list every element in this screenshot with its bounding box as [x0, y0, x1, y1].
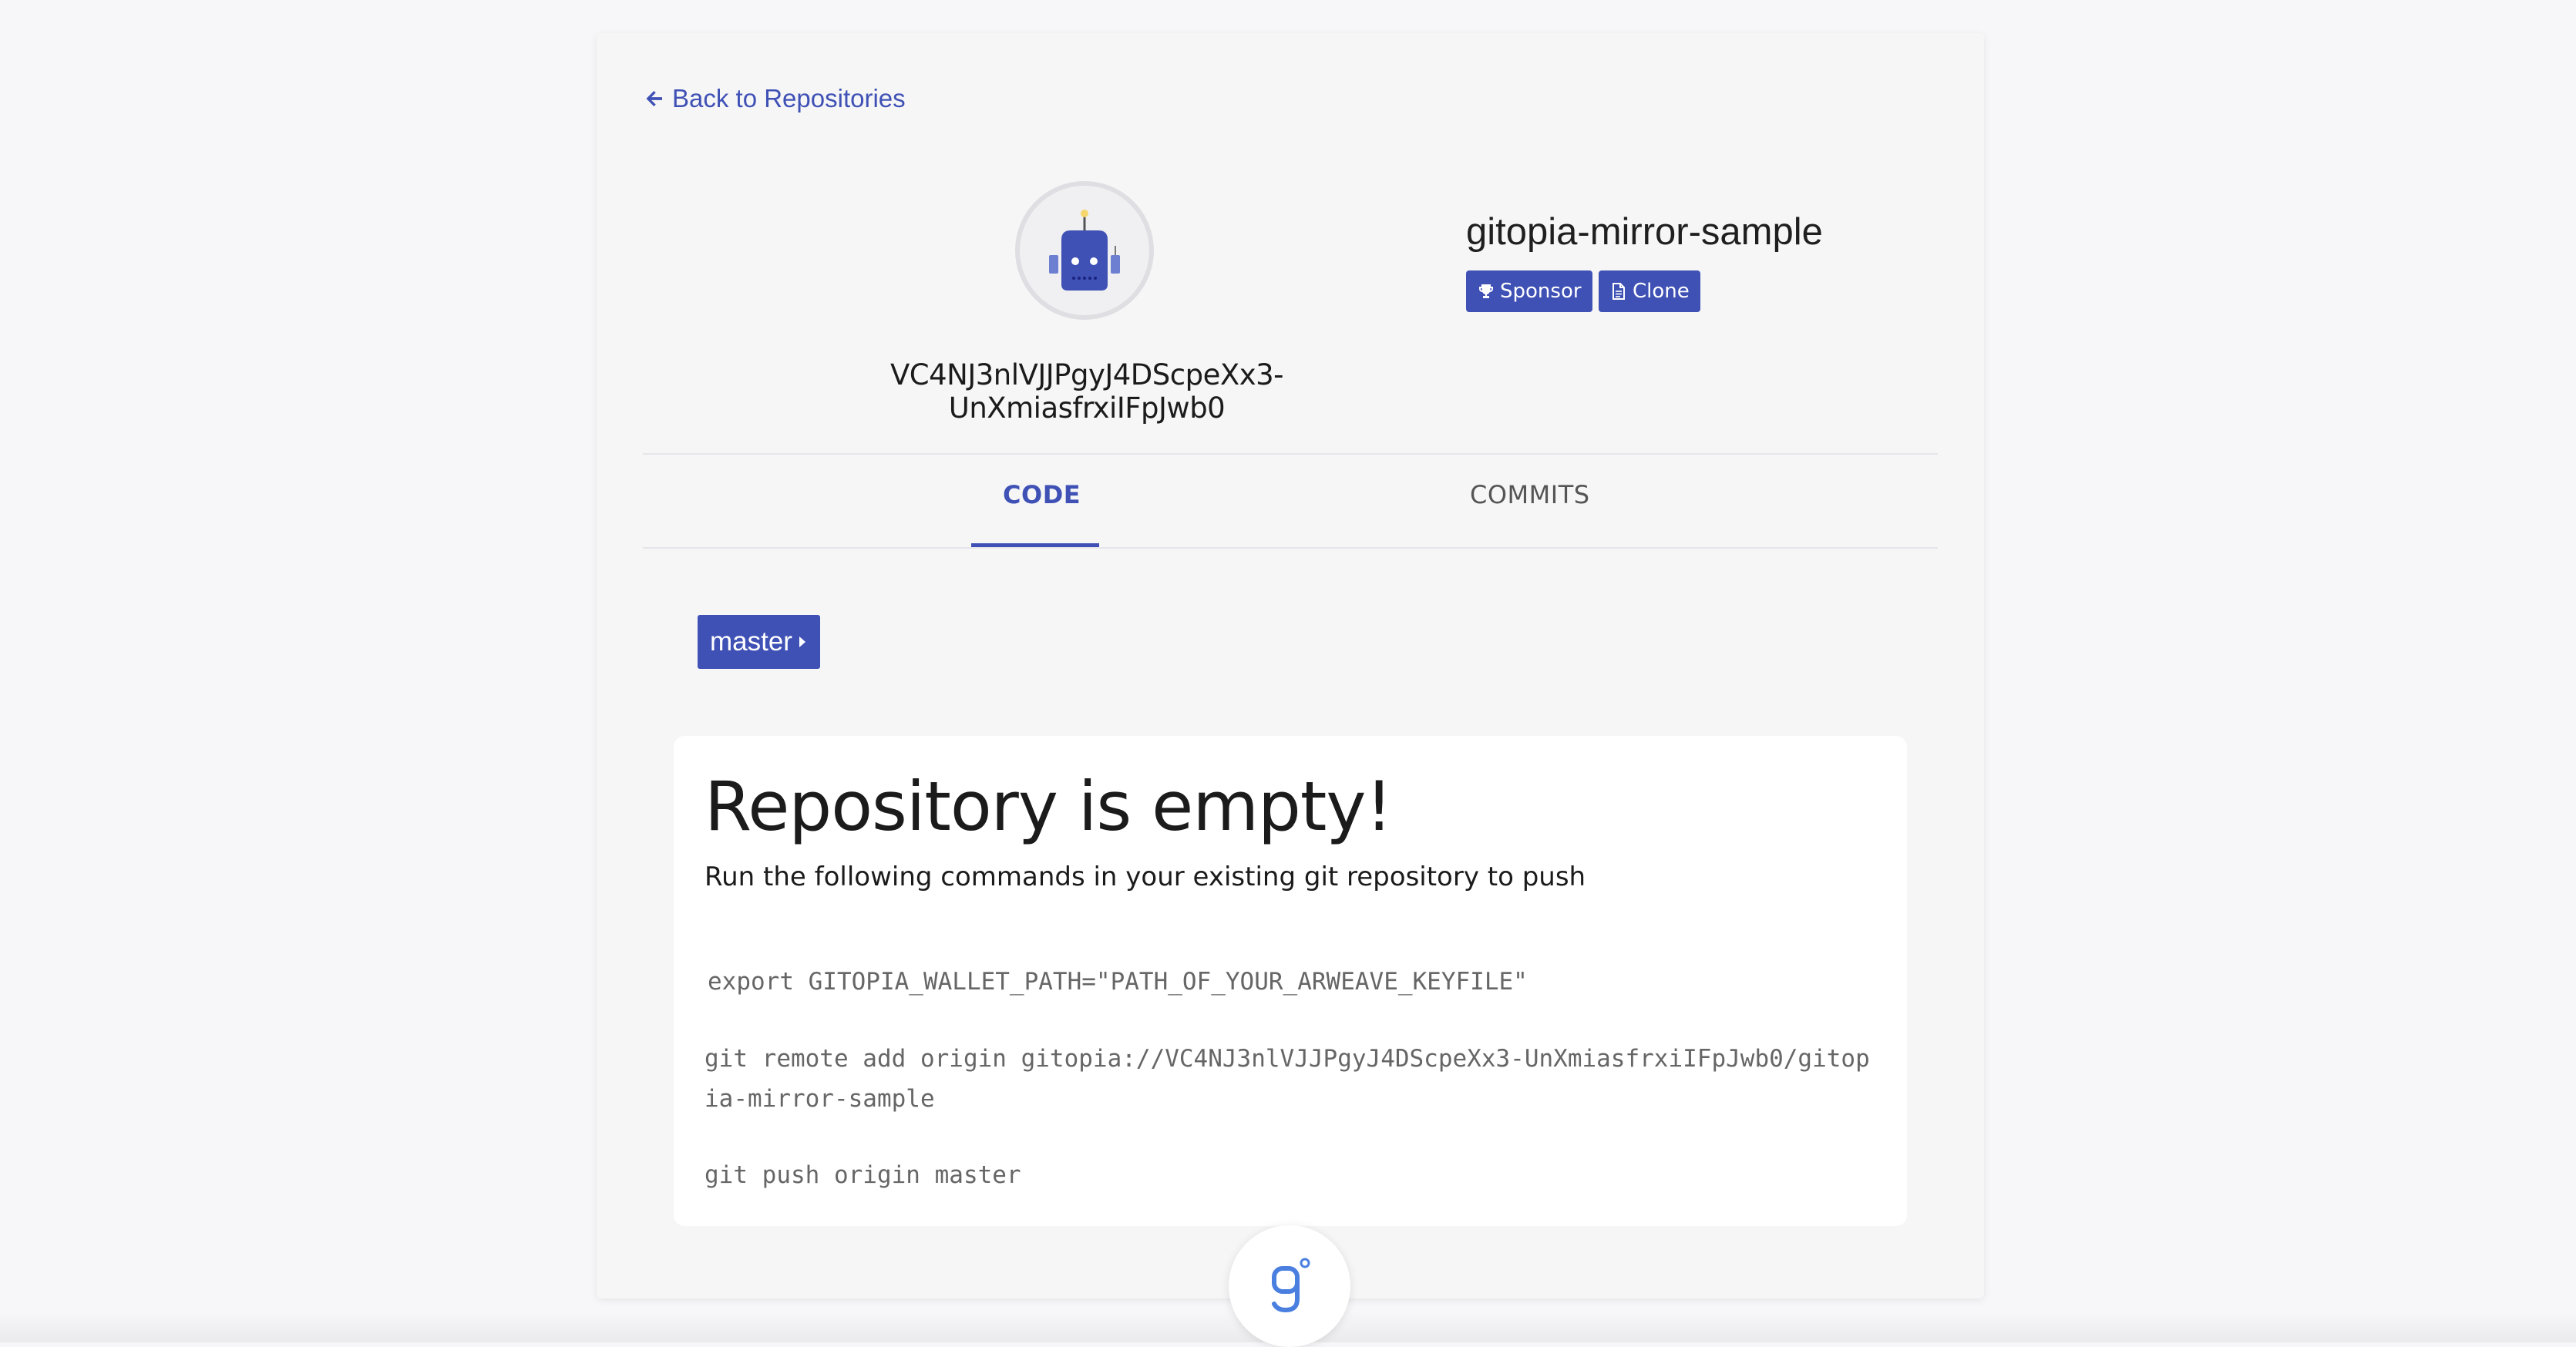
gitopia-logo-button[interactable] — [1229, 1225, 1350, 1347]
repository-card: Back to Repositories VC4NJ3nlVJJPgyJ4DSc… — [597, 33, 1984, 1298]
tabs-top-divider — [643, 453, 1938, 455]
clone-label: Clone — [1633, 280, 1690, 303]
clone-button[interactable]: Clone — [1599, 270, 1700, 312]
back-link-label: Back to Repositories — [672, 84, 906, 113]
file-icon — [1613, 283, 1625, 300]
branch-selector-button[interactable]: master — [698, 615, 820, 669]
owner-avatar — [1015, 181, 1154, 320]
trophy-icon — [1479, 284, 1493, 298]
robot-icon — [1049, 210, 1120, 291]
empty-repository-subtitle: Run the following commands in your exist… — [705, 862, 1586, 892]
command-export-wallet: export GITOPIA_WALLET_PATH="PATH_OF_YOUR… — [708, 968, 1528, 996]
repository-name: gitopia-mirror-sample — [1466, 211, 1823, 253]
owner-address: VC4NJ3nlVJJPgyJ4DScpeXx3-UnXmiasfrxiIFpJ… — [889, 358, 1284, 425]
empty-repository-title: Repository is empty! — [705, 767, 1393, 846]
tab-code[interactable]: CODE — [1003, 480, 1081, 509]
sponsor-button[interactable]: Sponsor — [1466, 270, 1592, 312]
command-remote-add: git remote add origin gitopia://VC4NJ3nl… — [705, 1045, 1870, 1113]
tab-commits[interactable]: COMMITS — [1470, 480, 1590, 509]
gitopia-logo-icon — [1272, 1258, 1310, 1313]
command-push: git push origin master — [705, 1161, 1021, 1189]
branch-label: master — [710, 626, 792, 657]
tabs-bottom-divider — [643, 547, 1938, 549]
empty-repository-panel: Repository is empty! Run the following c… — [674, 736, 1907, 1226]
caret-right-icon — [799, 637, 805, 647]
sponsor-label: Sponsor — [1500, 280, 1582, 303]
arrow-left-icon — [646, 91, 662, 106]
back-to-repositories-link[interactable]: Back to Repositories — [643, 84, 906, 113]
